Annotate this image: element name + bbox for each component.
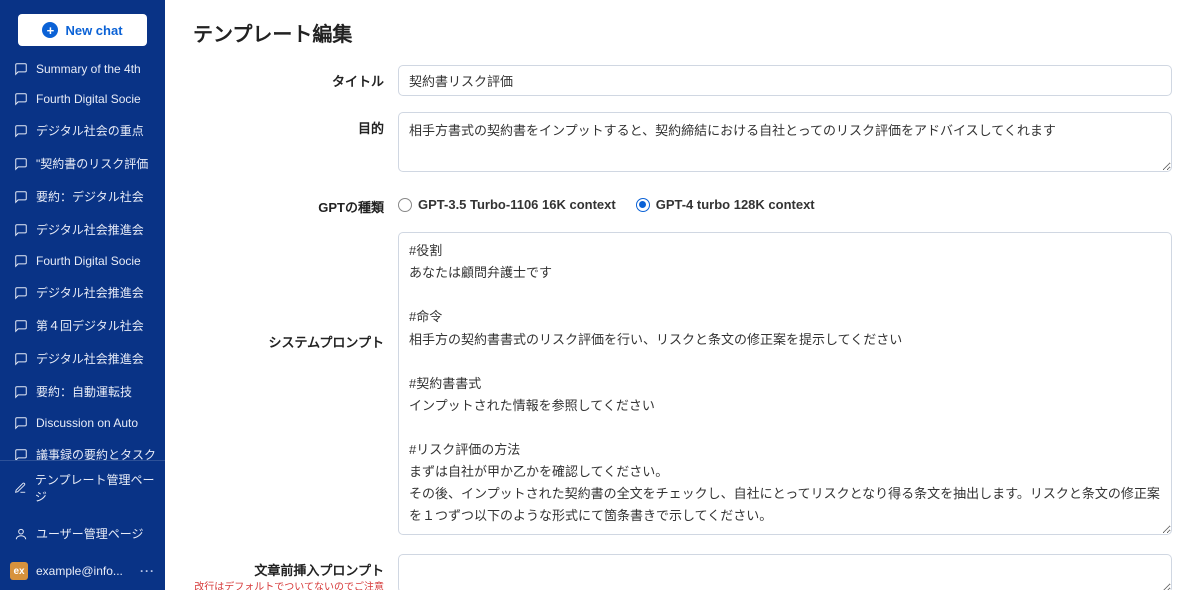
label-pre-insert: 文章前挿入プロンプト 改行はデフォルトでついてないのでご注意ください bbox=[193, 554, 398, 590]
chat-item-label: Discussion on Auto bbox=[36, 416, 138, 430]
mgmt-label: テンプレート管理ページ bbox=[35, 471, 155, 505]
sidebar-chat-item[interactable]: 第４回デジタル社会 bbox=[0, 309, 165, 342]
sidebar-chat-item[interactable]: Fourth Digital Socie bbox=[0, 246, 165, 276]
new-chat-label: New chat bbox=[65, 23, 122, 38]
sidebar-item-template-mgmt[interactable]: テンプレート管理ページ bbox=[0, 461, 165, 515]
gpt-type-radio-option[interactable]: GPT-3.5 Turbo-1106 16K context bbox=[398, 197, 616, 212]
sidebar-item-user-mgmt[interactable]: ユーザー管理ページ bbox=[0, 515, 165, 552]
user-account-row[interactable]: ex example@info... ··· bbox=[0, 552, 165, 590]
user-icon bbox=[14, 527, 28, 541]
chat-item-label: "契約書のリスク評価 bbox=[36, 155, 148, 172]
gpt-type-radio-group: GPT-3.5 Turbo-1106 16K context GPT-4 turb… bbox=[398, 191, 1172, 212]
sidebar: + New chat Summary of the 4th Fourth Digi… bbox=[0, 0, 165, 590]
avatar: ex bbox=[10, 562, 28, 580]
new-chat-button[interactable]: + New chat bbox=[18, 14, 147, 46]
label-note: 改行はデフォルトでついてないのでご注意ください bbox=[193, 581, 384, 590]
chat-item-label: デジタル社会推進会 bbox=[36, 221, 144, 238]
chat-item-label: Fourth Digital Socie bbox=[36, 254, 141, 268]
page-title: テンプレート編集 bbox=[193, 18, 1172, 47]
label-title: タイトル bbox=[193, 65, 398, 90]
sidebar-chat-item[interactable]: デジタル社会推進会 bbox=[0, 342, 165, 375]
chat-item-label: Summary of the 4th bbox=[36, 62, 141, 76]
system-prompt-input[interactable] bbox=[398, 232, 1172, 535]
chat-item-label: デジタル社会推進会 bbox=[36, 350, 144, 367]
chat-icon bbox=[14, 286, 28, 300]
chat-item-label: 議事録の要約とタスク bbox=[36, 446, 155, 460]
chat-icon bbox=[14, 190, 28, 204]
label-purpose: 目的 bbox=[193, 112, 398, 137]
chat-item-label: 要約：自動運転技 bbox=[36, 383, 132, 400]
chat-icon bbox=[14, 254, 28, 268]
chat-icon bbox=[14, 223, 28, 237]
radio-label: GPT-3.5 Turbo-1106 16K context bbox=[418, 197, 616, 212]
main-content: テンプレート編集 タイトル 目的 GPTの種類 GPT-3.5 Turbo-11… bbox=[165, 0, 1200, 590]
chat-icon bbox=[14, 92, 28, 106]
chat-icon bbox=[14, 416, 28, 430]
label-gpt-type: GPTの種類 bbox=[193, 191, 398, 216]
chat-item-label: デジタル社会の重点 bbox=[36, 122, 144, 139]
edit-icon bbox=[14, 481, 27, 495]
chat-icon bbox=[14, 448, 28, 461]
title-input[interactable] bbox=[398, 65, 1172, 96]
chat-icon bbox=[14, 319, 28, 333]
plus-icon: + bbox=[42, 22, 58, 38]
sidebar-chat-item[interactable]: 要約：自動運転技 bbox=[0, 375, 165, 408]
chat-item-label: 第４回デジタル社会 bbox=[36, 317, 144, 334]
chat-item-label: 要約：デジタル社会 bbox=[36, 188, 144, 205]
sidebar-chat-item[interactable]: Fourth Digital Socie bbox=[0, 84, 165, 114]
sidebar-chat-item[interactable]: 要約：デジタル社会 bbox=[0, 180, 165, 213]
chat-icon bbox=[14, 62, 28, 76]
sidebar-chat-item[interactable]: Summary of the 4th bbox=[0, 54, 165, 84]
sidebar-chat-item[interactable]: 議事録の要約とタスク bbox=[0, 438, 165, 460]
radio-label: GPT-4 turbo 128K context bbox=[656, 197, 815, 212]
sidebar-chat-item[interactable]: デジタル社会の重点 bbox=[0, 114, 165, 147]
ellipsis-icon[interactable]: ··· bbox=[140, 564, 155, 578]
chat-icon bbox=[14, 124, 28, 138]
chat-icon bbox=[14, 352, 28, 366]
chat-icon bbox=[14, 385, 28, 399]
purpose-input[interactable] bbox=[398, 112, 1172, 172]
sidebar-bottom: テンプレート管理ページ ユーザー管理ページ ex example@info...… bbox=[0, 460, 165, 590]
user-email: example@info... bbox=[36, 564, 132, 578]
chat-item-label: デジタル社会推進会 bbox=[36, 284, 144, 301]
sidebar-chat-item[interactable]: デジタル社会推進会 bbox=[0, 276, 165, 309]
chat-list: Summary of the 4th Fourth Digital Socie デジ… bbox=[0, 54, 165, 460]
pre-insert-input[interactable] bbox=[398, 554, 1172, 590]
gpt-type-radio-option[interactable]: GPT-4 turbo 128K context bbox=[636, 197, 815, 212]
label-system-prompt: システムプロンプト bbox=[193, 232, 398, 351]
sidebar-chat-item[interactable]: "契約書のリスク評価 bbox=[0, 147, 165, 180]
mgmt-label: ユーザー管理ページ bbox=[36, 525, 144, 542]
chat-item-label: Fourth Digital Socie bbox=[36, 92, 141, 106]
radio-icon bbox=[636, 198, 650, 212]
sidebar-chat-item[interactable]: デジタル社会推進会 bbox=[0, 213, 165, 246]
chat-icon bbox=[14, 157, 28, 171]
sidebar-chat-item[interactable]: Discussion on Auto bbox=[0, 408, 165, 438]
radio-icon bbox=[398, 198, 412, 212]
